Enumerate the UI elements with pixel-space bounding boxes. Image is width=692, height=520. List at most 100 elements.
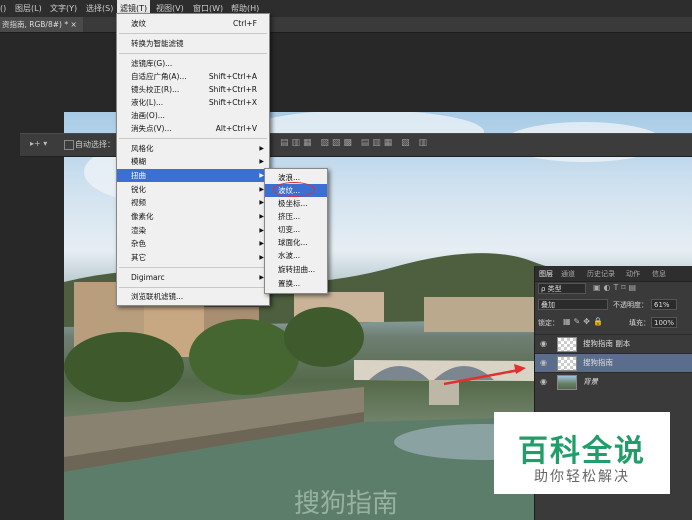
menu-item-label: 滤镜库(G)...	[131, 59, 173, 68]
opacity-input[interactable]: 61%	[651, 299, 677, 310]
menu-item-distort[interactable]: 扭曲 ▶	[117, 169, 269, 182]
menu-item-label: 其它	[131, 253, 146, 262]
visibility-eye-icon[interactable]: ◉	[540, 377, 549, 386]
auto-select-checkbox[interactable]	[64, 140, 74, 150]
watermark: 百科全说 助你轻松解决	[494, 412, 670, 494]
menu-item-label: 自适应广角(A)...	[131, 72, 187, 81]
menu-item-liquify[interactable]: 液化(L)... Shift+Ctrl+X	[117, 96, 269, 109]
menu-item-label: Digimarc	[131, 273, 165, 282]
menu-item-adaptive-wide-angle[interactable]: 自适应广角(A)... Shift+Ctrl+A	[117, 70, 269, 83]
menu-select[interactable]: 选择(S)	[86, 0, 113, 17]
submenu-item-pinch[interactable]: 挤压...	[265, 210, 327, 223]
menu-item-browse-online[interactable]: 浏览联机滤镜...	[117, 290, 269, 303]
menu-item-label: 锐化	[131, 185, 146, 194]
layer-row[interactable]: ◉ 搜狗指南 副本	[535, 334, 692, 353]
layer-row[interactable]: ◉ 背景	[535, 372, 692, 391]
submenu-arrow-icon: ▶	[259, 158, 264, 165]
watermark-subtitle: 助你轻松解决	[534, 469, 630, 485]
submenu-item-spherize[interactable]: 球面化...	[265, 236, 327, 249]
submenu-item-label: 旋转扭曲...	[278, 265, 316, 274]
svg-text:搜狗指南: 搜狗指南	[294, 489, 398, 519]
layer-name: 搜狗指南 副本	[583, 339, 631, 348]
submenu-item-zigzag[interactable]: 水波...	[265, 249, 327, 262]
layer-name: 搜狗指南	[583, 358, 613, 367]
distort-submenu: 波浪... 波纹... 极坐标... 挤压... 切变... 球面化... 水波…	[264, 168, 328, 294]
menubar: () 图层(L) 文字(Y) 选择(S) 滤镜(T) 视图(V) 窗口(W) 帮…	[0, 0, 692, 18]
menu-item-label: 像素化	[131, 212, 154, 221]
submenu-item-label: 水波...	[278, 251, 301, 260]
separator	[119, 267, 267, 268]
menu-item-video[interactable]: 视频 ▶	[117, 196, 269, 209]
layer-thumbnail	[557, 356, 577, 371]
menu-item-lens-correction[interactable]: 镜头校正(R)... Shift+Ctrl+R	[117, 83, 269, 96]
menu-item-digimarc[interactable]: Digimarc ▶	[117, 271, 269, 284]
menu-item-label: 风格化	[131, 144, 154, 153]
blend-mode-select[interactable]: 叠加	[538, 299, 608, 310]
menu-item-label: 液化(L)...	[131, 98, 164, 107]
menu-item-oil-paint[interactable]: 油画(O)...	[117, 109, 269, 122]
menu-image[interactable]: ()	[0, 0, 6, 17]
document-tab-bar: 资指南, RGB/8#) * ×	[0, 17, 692, 33]
submenu-item-label: 球面化...	[278, 238, 308, 247]
lock-icons[interactable]: ▦✎✥🔒	[563, 317, 606, 326]
menu-item-label: 扭曲	[131, 171, 146, 180]
visibility-eye-icon[interactable]: ◉	[540, 339, 549, 348]
menu-item-label: 视频	[131, 198, 146, 207]
shortcut-label: Shift+Ctrl+X	[208, 98, 257, 107]
shortcut-label: Alt+Ctrl+V	[215, 124, 257, 133]
menu-item-pixelate[interactable]: 像素化 ▶	[117, 210, 269, 223]
menu-item-label: 浏览联机滤镜...	[131, 292, 184, 301]
menu-item-convert-smart-filter[interactable]: 转换为智能滤镜	[117, 37, 269, 50]
menu-item-vanishing-point[interactable]: 消失点(V)... Alt+Ctrl+V	[117, 122, 269, 135]
submenu-item-shear[interactable]: 切变...	[265, 223, 327, 236]
align-icons[interactable]: ▤▥▦ ▧▨▩ ▤▥▦ ▧ ▥	[280, 138, 430, 148]
shortcut-label: Shift+Ctrl+A	[208, 72, 257, 81]
fill-input[interactable]: 100%	[651, 317, 677, 328]
menu-item-label: 消失点(V)...	[131, 124, 172, 133]
lock-label: 锁定：	[538, 319, 559, 327]
watermark-title: 百科全说	[518, 434, 646, 469]
menu-item-sharpen[interactable]: 锐化 ▶	[117, 183, 269, 196]
highlight-circle	[273, 182, 315, 197]
filter-menu: 波纹 Ctrl+F 转换为智能滤镜 滤镜库(G)... 自适应广角(A)... …	[116, 13, 270, 306]
menu-type[interactable]: 文字(Y)	[50, 0, 77, 17]
menu-item-other[interactable]: 其它 ▶	[117, 251, 269, 264]
layer-row[interactable]: ◉ 搜狗指南	[535, 353, 692, 372]
menu-item-last-filter[interactable]: 波纹 Ctrl+F	[117, 17, 269, 30]
document-tab[interactable]: 资指南, RGB/8#) * ×	[0, 17, 83, 32]
submenu-item-label: 置换...	[278, 279, 301, 288]
opacity-label: 不透明度：	[613, 301, 648, 309]
move-tool-icon[interactable]: ▸+ ▾	[30, 139, 47, 148]
tab-channels[interactable]: 通道	[561, 268, 575, 280]
menu-item-noise[interactable]: 杂色 ▶	[117, 237, 269, 250]
tab-info[interactable]: 信息	[652, 268, 666, 280]
submenu-item-displace[interactable]: 置换...	[265, 277, 327, 290]
menu-item-label: 油画(O)...	[131, 111, 165, 120]
submenu-item-label: 切变...	[278, 225, 301, 234]
filter-icons[interactable]: ▣◐T⌑▤	[593, 283, 639, 292]
submenu-item-label: 极坐标...	[278, 199, 308, 208]
menu-item-label: 转换为智能滤镜	[131, 39, 184, 48]
shortcut-label: Ctrl+F	[233, 19, 257, 28]
submenu-item-polar[interactable]: 极坐标...	[265, 197, 327, 210]
separator	[119, 287, 267, 288]
menu-layer[interactable]: 图层(L)	[15, 0, 42, 17]
menu-item-label: 杂色	[131, 239, 146, 248]
menu-item-label: 波纹	[131, 19, 146, 28]
tab-history[interactable]: 历史记录	[587, 268, 615, 280]
menu-item-label: 镜头校正(R)...	[131, 85, 180, 94]
separator	[119, 53, 267, 54]
menu-item-render[interactable]: 渲染 ▶	[117, 224, 269, 237]
layer-kind-filter[interactable]: ρ 类型	[538, 283, 586, 294]
shortcut-label: Shift+Ctrl+R	[208, 85, 257, 94]
layer-thumbnail	[557, 337, 577, 352]
menu-item-stylize[interactable]: 风格化 ▶	[117, 142, 269, 155]
submenu-item-twirl[interactable]: 旋转扭曲...	[265, 263, 327, 276]
menu-item-label: 渲染	[131, 226, 146, 235]
tab-layers[interactable]: 图层	[539, 268, 553, 280]
visibility-eye-icon[interactable]: ◉	[540, 358, 549, 367]
auto-select-label: 自动选择：	[75, 140, 115, 149]
menu-item-blur[interactable]: 模糊 ▶	[117, 155, 269, 168]
menu-item-filter-gallery[interactable]: 滤镜库(G)...	[117, 57, 269, 70]
tab-actions[interactable]: 动作	[626, 268, 640, 280]
